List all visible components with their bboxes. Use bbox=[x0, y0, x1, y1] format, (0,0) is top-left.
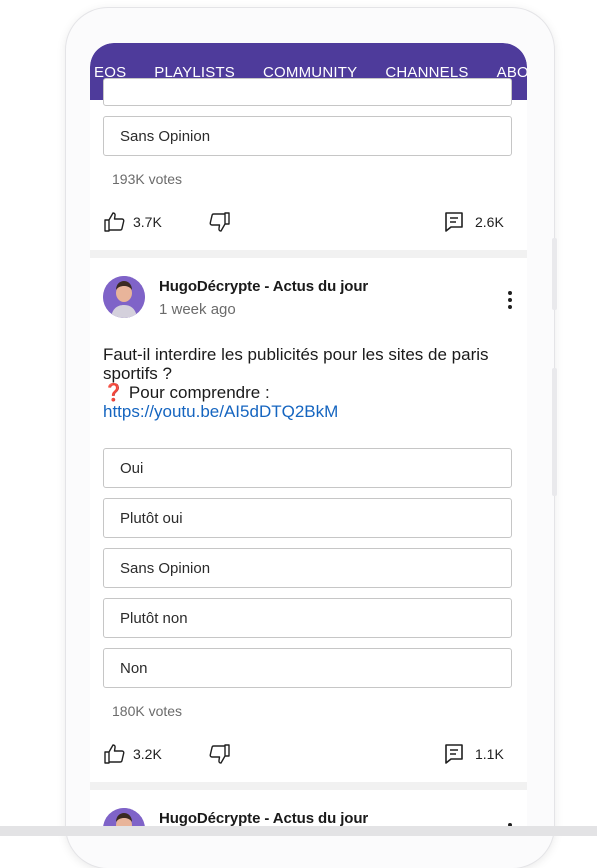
vote-count: 193K votes bbox=[112, 171, 183, 187]
post-time: 1 week ago bbox=[159, 301, 236, 318]
poll-option[interactable]: Sans Opinion bbox=[103, 116, 512, 156]
post-actions: 3.2K 1.1K bbox=[103, 742, 512, 768]
post-divider bbox=[90, 250, 527, 258]
poll-option-oui[interactable]: Oui bbox=[103, 448, 512, 488]
like-icon[interactable] bbox=[103, 210, 127, 234]
post-divider bbox=[90, 782, 527, 790]
phone-screen: EOS PLAYLISTS COMMUNITY CHANNELS ABO San… bbox=[90, 43, 527, 836]
like-count: 3.7K bbox=[133, 214, 162, 230]
dislike-icon[interactable] bbox=[207, 210, 231, 234]
like-count: 3.2K bbox=[133, 746, 162, 762]
post-question: Faut-il interdire les publicités pour le… bbox=[103, 345, 489, 383]
post-author[interactable]: HugoDécrypte - Actus du jour bbox=[159, 810, 368, 827]
avatar[interactable] bbox=[103, 276, 145, 318]
comment-icon[interactable] bbox=[442, 742, 466, 766]
post-author[interactable]: HugoDécrypte - Actus du jour bbox=[159, 278, 368, 295]
bottom-edge bbox=[0, 826, 597, 836]
phone-side-button-upper bbox=[552, 238, 557, 310]
comment-count: 2.6K bbox=[475, 214, 504, 230]
comment-count: 1.1K bbox=[475, 746, 504, 762]
question-emoji: ❓ bbox=[103, 383, 125, 402]
post-link[interactable]: https://youtu.be/AI5dDTQ2BkM bbox=[103, 402, 338, 421]
post-actions: 3.7K 2.6K bbox=[103, 210, 512, 236]
vote-count: 180K votes bbox=[112, 703, 183, 719]
like-icon[interactable] bbox=[103, 742, 127, 766]
phone-side-button-lower bbox=[552, 368, 557, 496]
more-vert-icon[interactable] bbox=[502, 288, 518, 312]
post-link-prefix: Pour comprendre : bbox=[124, 383, 270, 402]
dislike-icon[interactable] bbox=[207, 742, 231, 766]
poll-option-plutot-non[interactable]: Plutôt non bbox=[103, 598, 512, 638]
poll-option-plutot-oui[interactable]: Plutôt oui bbox=[103, 498, 512, 538]
poll-option-partial[interactable] bbox=[103, 78, 512, 106]
poll-option-non[interactable]: Non bbox=[103, 648, 512, 688]
poll-option-sans-opinion[interactable]: Sans Opinion bbox=[103, 548, 512, 588]
comment-icon[interactable] bbox=[442, 210, 466, 234]
post-body: Faut-il interdire les publicités pour le… bbox=[103, 345, 508, 421]
